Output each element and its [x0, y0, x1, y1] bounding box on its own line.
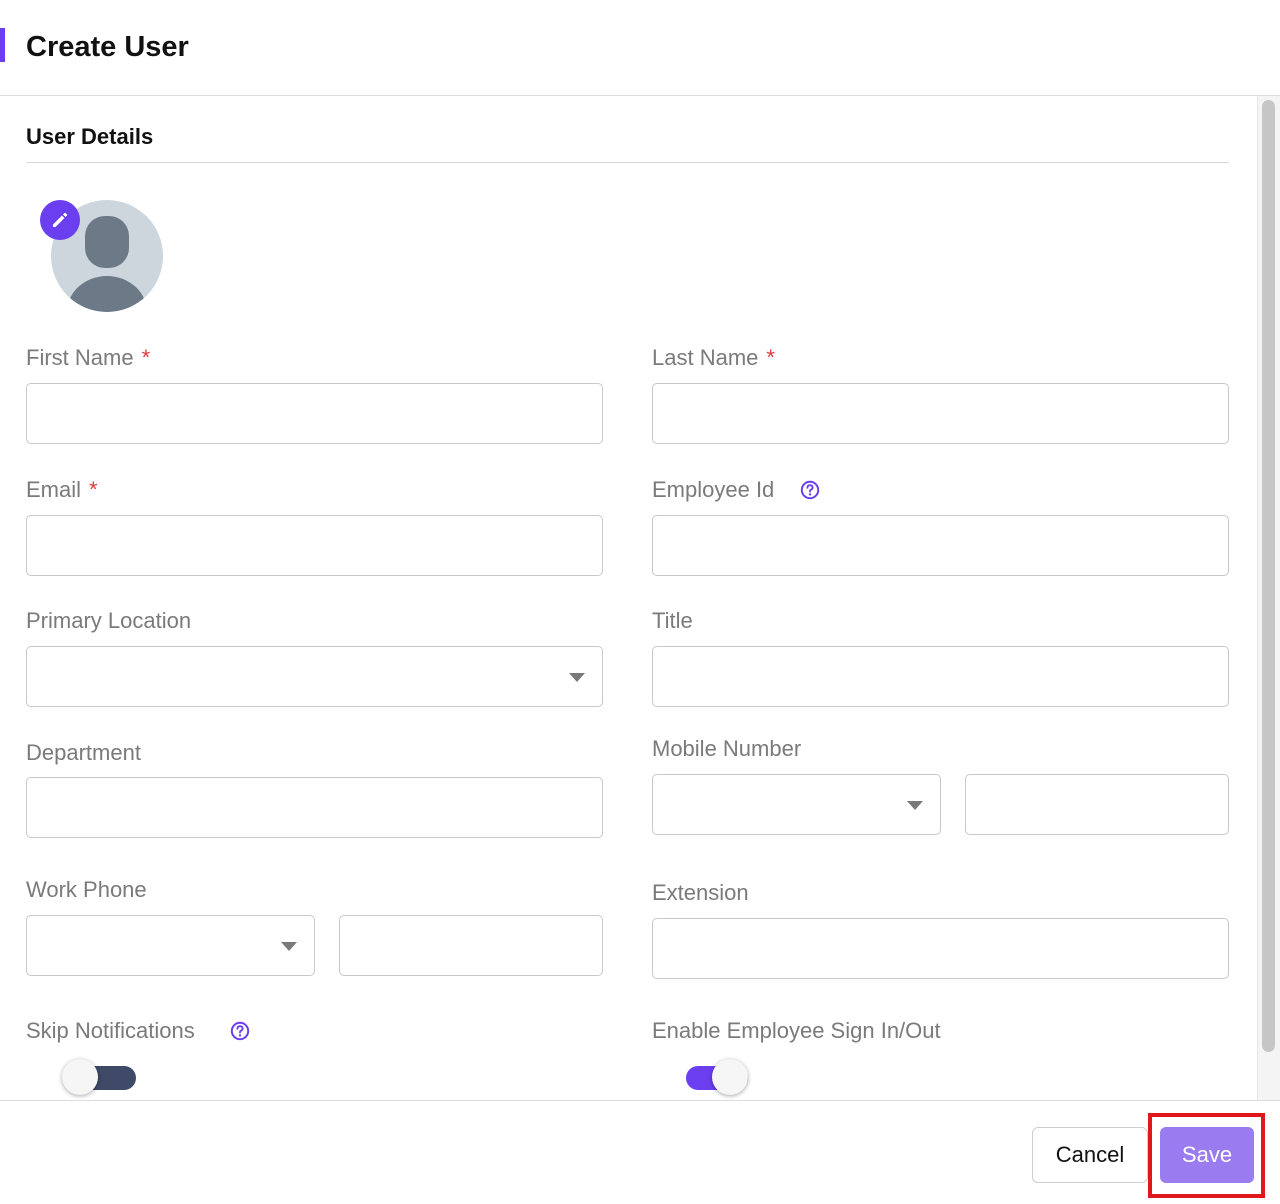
save-button[interactable]: Save: [1160, 1127, 1254, 1183]
last-name-input[interactable]: [652, 383, 1229, 444]
section-title: User Details: [26, 124, 154, 149]
skip-notifications-help-icon[interactable]: [230, 1021, 250, 1041]
cancel-button[interactable]: Cancel: [1032, 1127, 1148, 1183]
employee-id-label: Employee Id: [652, 477, 775, 502]
primary-location-label: Primary Location: [26, 608, 192, 633]
enable-sign-in-out-label: Enable Employee Sign In/Out: [652, 1018, 941, 1043]
first-name-label: First Name *: [26, 345, 150, 371]
required-marker: *: [89, 477, 98, 502]
caret-down-icon: [907, 801, 923, 810]
title-input[interactable]: [652, 646, 1229, 707]
mobile-country-code-select[interactable]: [652, 774, 941, 835]
last-name-label-text: Last Name: [652, 345, 759, 370]
extension-label: Extension: [652, 880, 749, 905]
primary-location-select[interactable]: [26, 646, 603, 707]
email-label: Email *: [26, 477, 98, 503]
mobile-number-input[interactable]: [965, 774, 1229, 835]
employee-id-help-icon[interactable]: [800, 480, 820, 500]
first-name-input[interactable]: [26, 383, 603, 444]
extension-input[interactable]: [652, 918, 1229, 979]
caret-down-icon: [569, 673, 585, 682]
pencil-icon: [53, 212, 68, 227]
mobile-number-label: Mobile Number: [652, 736, 802, 761]
email-input[interactable]: [26, 515, 603, 576]
required-marker: *: [141, 345, 151, 370]
caret-down-icon: [281, 942, 297, 951]
title-label: Title: [652, 608, 693, 633]
skip-notifications-toggle[interactable]: [62, 1058, 136, 1098]
department-label: Department: [26, 740, 141, 765]
department-input[interactable]: [26, 777, 603, 838]
title-accent-bar: [0, 28, 5, 62]
scrollbar-thumb[interactable]: [1262, 100, 1275, 1052]
avatar-edit-button[interactable]: [40, 200, 80, 240]
skip-notifications-label: Skip Notifications: [26, 1018, 195, 1043]
work-phone-country-code-select[interactable]: [26, 915, 315, 976]
employee-id-input[interactable]: [652, 515, 1229, 576]
toggle-knob: [62, 1059, 98, 1095]
enable-sign-in-out-toggle[interactable]: [674, 1058, 748, 1098]
work-phone-label: Work Phone: [26, 877, 147, 902]
email-label-text: Email: [26, 477, 82, 502]
work-phone-input[interactable]: [339, 915, 603, 976]
section-divider: [26, 162, 1229, 163]
toggle-knob: [712, 1059, 748, 1095]
required-marker: *: [766, 345, 775, 370]
page-title: Create User: [26, 31, 189, 63]
last-name-label: Last Name *: [652, 345, 775, 371]
footer-divider: [0, 1100, 1280, 1101]
first-name-label-text: First Name: [26, 345, 134, 370]
